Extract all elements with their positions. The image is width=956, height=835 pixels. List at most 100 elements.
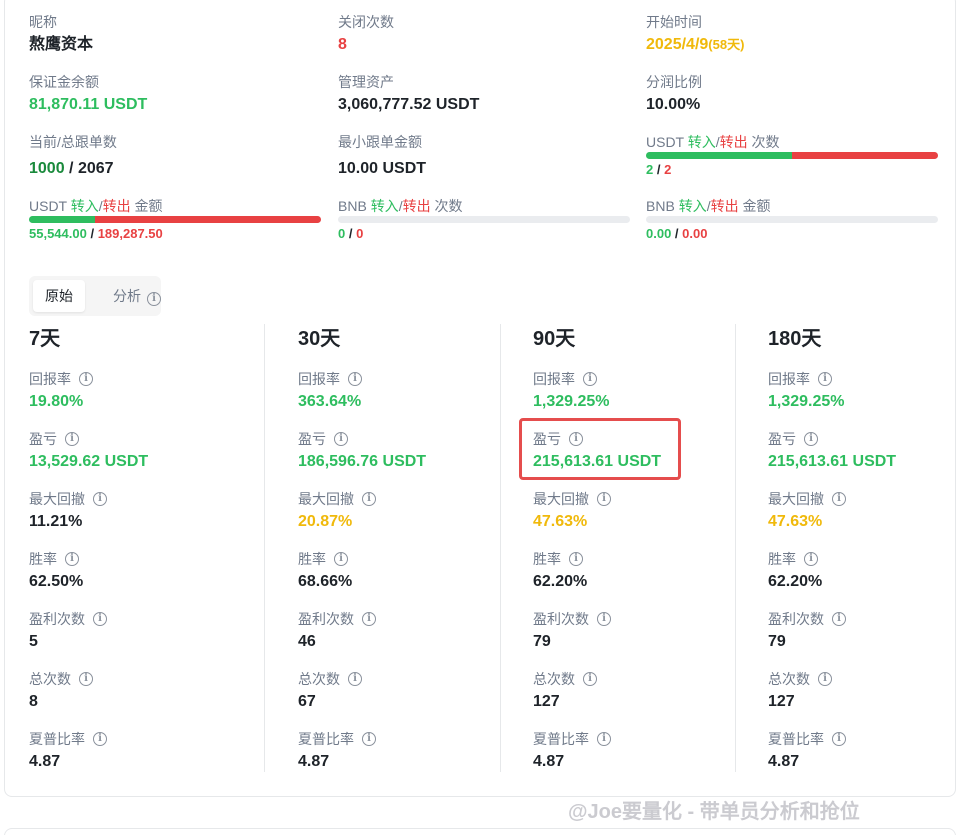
info-icon[interactable]: i <box>79 672 93 686</box>
tab-original[interactable]: 原始 <box>33 280 85 312</box>
info-icon[interactable]: i <box>147 292 161 306</box>
usdt-amount-bar <box>29 216 321 223</box>
bnb-count-label: BNB 转入/转出 次数 <box>338 197 462 215</box>
margin-balance-label: 保证金余额 <box>29 74 99 90</box>
usdt-count-out-label: 转出 <box>719 134 748 150</box>
period-title: 90天 <box>533 328 576 350</box>
close-count-label: 关闭次数 <box>338 14 394 30</box>
bnb-count-prefix: BNB <box>338 198 371 214</box>
info-icon[interactable]: i <box>597 612 611 626</box>
info-icon[interactable]: i <box>348 372 362 386</box>
start-days: (58天) <box>708 37 745 52</box>
metric-label-text: 回报率 <box>768 371 810 387</box>
tab-analysis[interactable]: 分析 i <box>113 280 161 312</box>
info-icon[interactable]: i <box>804 552 818 566</box>
usdt-amount-bar-out <box>95 216 321 223</box>
metric-return: 回报率 i 1,329.25% <box>533 370 769 412</box>
info-icon[interactable]: i <box>93 492 107 506</box>
metric-label-text: 最大回撤 <box>298 491 354 507</box>
metric-label: 回报率 i <box>298 370 534 388</box>
start-time-label: 开始时间 <box>646 14 702 30</box>
aum-field: 管理资产 3,060,777.52 USDT <box>338 73 479 115</box>
info-icon[interactable]: i <box>348 672 362 686</box>
info-icon[interactable]: i <box>362 732 376 746</box>
metric-max-drawdown: 最大回撤 i 47.63% <box>768 490 956 532</box>
usdt-count-bar <box>646 152 938 159</box>
info-icon[interactable]: i <box>804 432 818 446</box>
info-icon[interactable]: i <box>569 552 583 566</box>
metric-value: 1,329.25% <box>768 393 845 410</box>
metric-win-count: 盈利次数 i 79 <box>768 610 956 652</box>
metric-value: 62.20% <box>533 573 588 590</box>
metric-value: 4.87 <box>298 753 330 770</box>
metric-value: 67 <box>298 693 316 710</box>
metric-value: 215,613.61 USDT <box>768 453 897 470</box>
metric-total-count: 总次数 i 127 <box>768 670 956 712</box>
metric-label-text: 最大回撤 <box>768 491 824 507</box>
metric-value: 20.87% <box>298 513 353 530</box>
info-icon[interactable]: i <box>583 672 597 686</box>
copy-orders-field: 当前/总跟单数 1000 / 2067 <box>29 133 117 179</box>
metric-win-rate: 胜率 i 62.20% <box>768 550 956 592</box>
info-icon[interactable]: i <box>65 432 79 446</box>
metric-value: 68.66% <box>298 573 353 590</box>
info-icon[interactable]: i <box>597 492 611 506</box>
usdt-count-out: 2 <box>664 162 672 177</box>
metric-label-text: 盈亏 <box>29 431 57 447</box>
metric-value: 46 <box>298 633 316 650</box>
usdt-amount-label: USDT 转入/转出 金额 <box>29 197 163 215</box>
metric-value: 79 <box>768 633 786 650</box>
info-icon[interactable]: i <box>65 552 79 566</box>
info-icon[interactable]: i <box>818 672 832 686</box>
metric-label: 盈利次数 i <box>29 610 265 628</box>
metric-value: 79 <box>533 633 551 650</box>
copy-orders-label: 当前/总跟单数 <box>29 134 117 150</box>
usdt-count-bar-in <box>646 152 792 159</box>
bnb-count-out-label: 转出 <box>402 198 431 214</box>
next-card <box>4 828 956 835</box>
min-copy-field: 最小跟单金额 10.00 USDT <box>338 133 426 179</box>
metric-value: 363.64% <box>298 393 362 410</box>
usdt-count-prefix: USDT <box>646 134 688 150</box>
info-icon[interactable]: i <box>818 372 832 386</box>
info-icon[interactable]: i <box>362 492 376 506</box>
metric-label-text: 夏普比率 <box>768 731 824 747</box>
info-icon[interactable]: i <box>334 432 348 446</box>
tab-analysis-label: 分析 <box>113 288 141 304</box>
info-icon[interactable]: i <box>93 732 107 746</box>
metric-value: 4.87 <box>29 753 61 770</box>
usdt-count-values: 2 / 2 <box>646 162 671 178</box>
info-icon[interactable]: i <box>583 372 597 386</box>
info-icon[interactable]: i <box>832 492 846 506</box>
info-icon[interactable]: i <box>362 612 376 626</box>
metric-value: 5 <box>29 633 38 650</box>
metric-label-text: 盈利次数 <box>298 611 354 627</box>
info-icon[interactable]: i <box>832 732 846 746</box>
close-count-value: 8 <box>338 36 347 53</box>
info-icon[interactable]: i <box>93 612 107 626</box>
nickname-label: 昵称 <box>29 14 57 30</box>
info-icon[interactable]: i <box>597 732 611 746</box>
metric-label-text: 总次数 <box>768 671 810 687</box>
copy-orders-total: 2067 <box>77 160 114 177</box>
metric-label: 总次数 i <box>533 670 769 688</box>
metric-label: 盈亏 i <box>768 430 956 448</box>
period-title: 7天 <box>29 328 61 350</box>
bnb-count-sep: / <box>345 226 357 241</box>
aum-value: 3,060,777.52 USDT <box>338 96 480 113</box>
metric-label: 盈亏 i <box>29 430 265 448</box>
info-icon[interactable]: i <box>832 612 846 626</box>
metric-label-text: 胜率 <box>298 551 326 567</box>
metric-label: 最大回撤 i <box>768 490 956 508</box>
info-icon[interactable]: i <box>334 552 348 566</box>
metric-label: 夏普比率 i <box>29 730 265 748</box>
info-icon[interactable]: i <box>79 372 93 386</box>
period-column: 180天 回报率 i 1,329.25% 盈亏 i 215,613.61 USDT 最大回撤 i… <box>768 324 956 772</box>
period-title: 30天 <box>298 328 341 350</box>
metric-label: 回报率 i <box>768 370 956 388</box>
period-column: 30天 回报率 i 363.64% 盈亏 i 186,596.76 USDT 最大回撤 i 20.… <box>298 324 534 772</box>
copy-orders-sep: / <box>64 160 78 177</box>
usdt-count-field: USDT 转入/转出 次数 <box>646 133 780 151</box>
metric-label: 盈利次数 i <box>768 610 956 628</box>
start-time-field: 开始时间 2025/4/9(58天) <box>646 13 744 55</box>
